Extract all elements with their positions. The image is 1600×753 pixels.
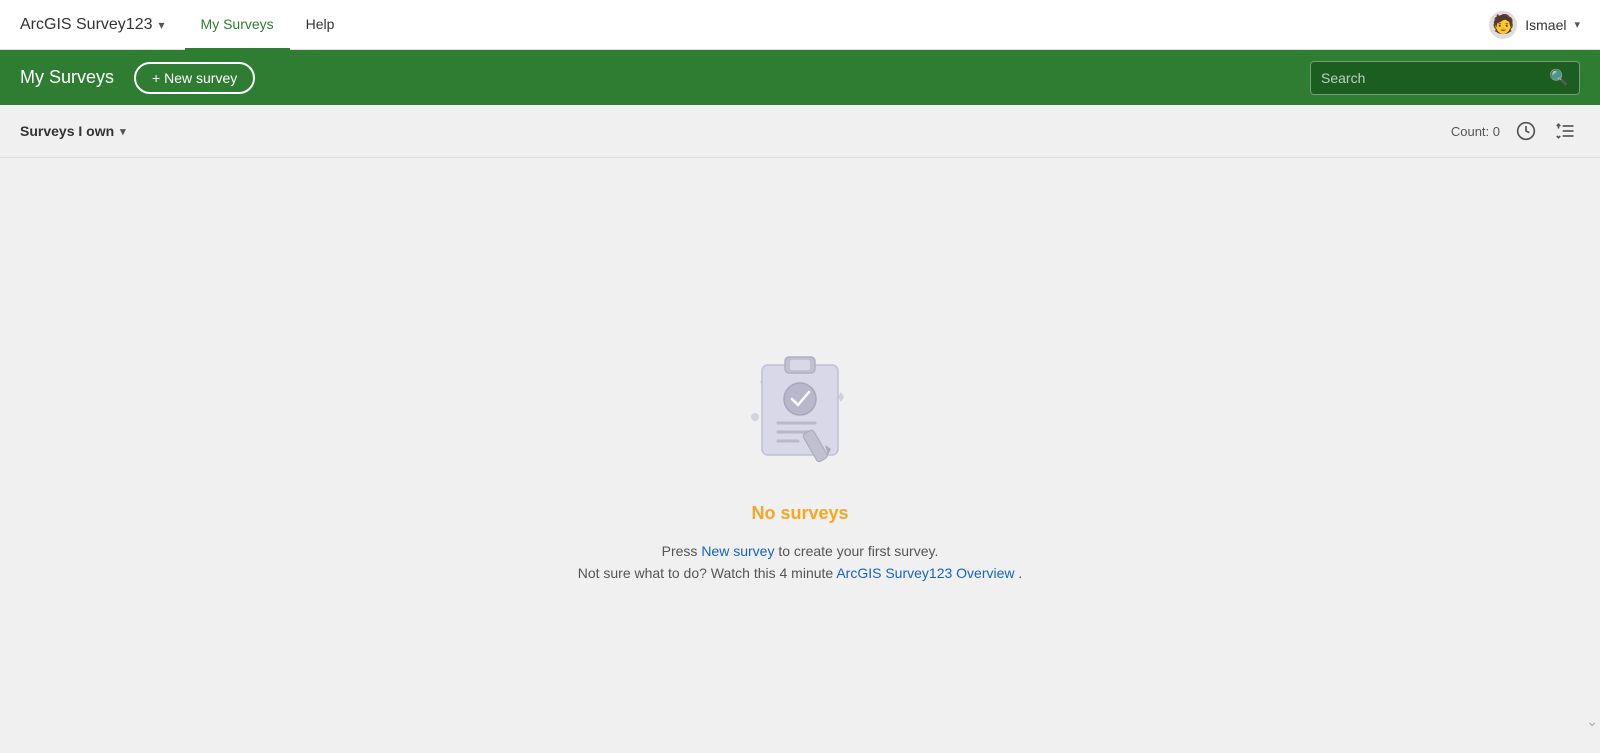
clipboard-svg (720, 327, 880, 487)
main-content: No surveys Press New survey to create yo… (0, 158, 1600, 753)
app-title: ArcGIS Survey123 ▾ (20, 16, 165, 34)
new-survey-link[interactable]: New survey (701, 543, 774, 559)
description-mid: to create your first survey. (774, 543, 938, 559)
nav-links: My Surveys Help (185, 0, 351, 50)
nav-link-my-surveys[interactable]: My Surveys (185, 1, 290, 51)
top-nav: ArcGIS Survey123 ▾ My Surveys Help 🧑 Ism… (0, 0, 1600, 50)
survey-count: Count: 0 (1451, 124, 1500, 139)
search-box: 🔍 (1310, 61, 1580, 95)
search-area: 🔍 (1310, 61, 1580, 95)
description-line2-suffix: . (1015, 565, 1023, 581)
empty-description: Press New survey to create your first su… (578, 540, 1023, 585)
no-surveys-title: No surveys (751, 503, 848, 524)
nav-link-help[interactable]: Help (290, 1, 351, 51)
new-survey-button[interactable]: + New survey (134, 62, 255, 94)
scroll-hint: ⌄ (1586, 713, 1598, 730)
green-header-bar: My Surveys + New survey 🔍 (0, 50, 1600, 105)
empty-state: No surveys Press New survey to create yo… (578, 327, 1023, 585)
user-area[interactable]: 🧑 Ismael ▾ (1489, 11, 1580, 39)
surveys-toolbar: Surveys I own ▾ Count: 0 (0, 105, 1600, 158)
avatar: 🧑 (1489, 11, 1517, 39)
filter-label: Surveys I own (20, 123, 114, 139)
toolbar-right: Count: 0 (1451, 117, 1580, 145)
empty-state-illustration (720, 327, 880, 487)
sort-order-button[interactable] (1552, 117, 1580, 145)
green-bar-title: My Surveys (20, 67, 114, 88)
overview-link[interactable]: ArcGIS Survey123 Overview (836, 565, 1014, 581)
time-sort-button[interactable] (1512, 117, 1540, 145)
surveys-filter-dropdown[interactable]: Surveys I own ▾ (20, 123, 126, 139)
filter-chevron-icon: ▾ (120, 125, 126, 138)
user-chevron-icon: ▾ (1574, 18, 1580, 31)
clock-icon (1516, 121, 1536, 141)
sort-icon (1556, 121, 1576, 141)
user-name: Ismael (1525, 17, 1566, 33)
app-title-text: ArcGIS Survey123 (20, 16, 153, 34)
app-title-chevron[interactable]: ▾ (159, 18, 165, 32)
description-line2-prefix: Not sure what to do? Watch this 4 minute (578, 565, 837, 581)
description-prefix: Press (662, 543, 702, 559)
search-input[interactable] (1321, 70, 1549, 86)
search-icon: 🔍 (1549, 68, 1569, 88)
